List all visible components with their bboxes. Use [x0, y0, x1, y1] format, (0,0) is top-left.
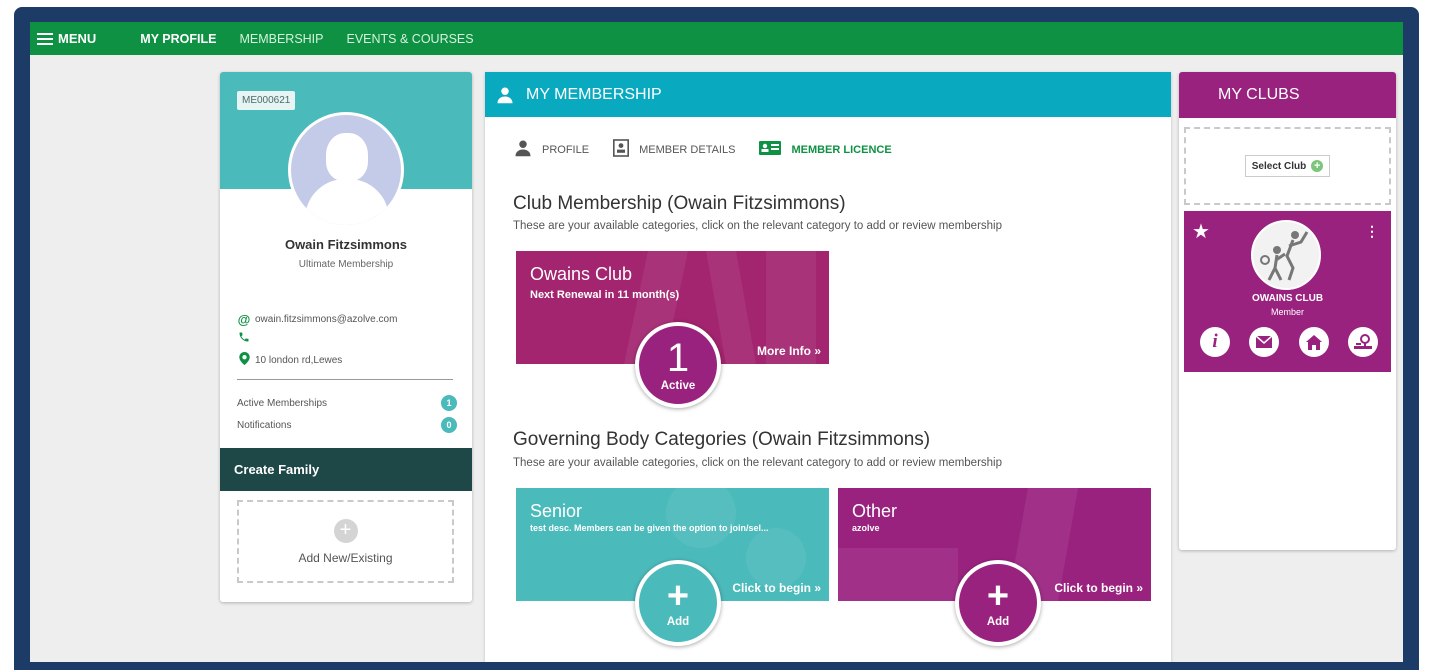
email-text[interactable]: owain.fitzsimmons@azolve.com: [255, 314, 397, 325]
hamburger-icon: [37, 32, 53, 45]
tile-desc: Next Renewal in 11 month(s): [530, 289, 680, 301]
tile-desc: azolve: [852, 523, 880, 533]
plus-circle-icon: +: [1311, 160, 1324, 172]
count-badge: 0: [441, 417, 457, 433]
email-row: @ owain.fitzsimmons@azolve.com: [237, 312, 398, 327]
my-clubs-panel: MY CLUBS Select Club + ★ ⋮ OWAINS CLUB M…: [1179, 72, 1396, 550]
id-card-icon: [759, 141, 782, 158]
tab-member-licence[interactable]: MEMBER LICENCE: [759, 139, 892, 160]
club-actions: i: [1200, 327, 1378, 357]
club-role: Member: [1270, 307, 1304, 317]
nav-events-courses[interactable]: EVENTS & COURSES: [347, 32, 474, 46]
avatar-head-shape: [326, 133, 368, 181]
membership-subtabs: PROFILE MEMBER DETAILS MEMBER LICENCE: [514, 139, 1171, 160]
add-other-button[interactable]: + Add: [955, 560, 1041, 646]
top-nav-links: MY PROFILE MEMBERSHIP EVENTS & COURSES: [140, 32, 496, 46]
more-vertical-icon[interactable]: ⋮: [1365, 223, 1379, 240]
stat-notifications[interactable]: Notifications 0: [237, 417, 457, 433]
membership-level: Ultimate Membership: [298, 259, 394, 270]
menu-label: MENU: [58, 31, 97, 46]
count-badge: 1: [441, 395, 457, 411]
profile-card: ME000621 Owain Fitzsimmons Ultimate Memb…: [220, 72, 472, 602]
select-club-label: Select Club: [1251, 160, 1307, 172]
tile-desc: test desc. Members can be given the opti…: [530, 523, 769, 533]
click-to-begin-link[interactable]: Click to begin »: [1054, 581, 1143, 595]
select-club-area: Select Club +: [1184, 127, 1391, 205]
profile-divider: [237, 379, 453, 380]
tab-label: MEMBER DETAILS: [639, 143, 736, 156]
nav-membership[interactable]: MEMBERSHIP: [239, 32, 323, 46]
active-count: 1: [666, 336, 690, 380]
create-family-bar[interactable]: Create Family: [220, 448, 472, 491]
tab-member-details[interactable]: MEMBER DETAILS: [613, 139, 735, 160]
select-club-button[interactable]: Select Club +: [1244, 155, 1331, 177]
click-to-begin-link[interactable]: Click to begin »: [732, 581, 821, 595]
tile-name: Owains Club: [530, 264, 633, 284]
home-icon[interactable]: [1298, 327, 1329, 357]
profile-name: Owain Fitzsimmons: [284, 237, 408, 252]
top-navbar: MENU MY PROFILE MEMBERSHIP EVENTS & COUR…: [30, 22, 1403, 55]
user-icon: [514, 139, 532, 160]
add-label: Add: [666, 616, 690, 628]
avatar: [288, 112, 404, 228]
address-row: 10 london rd,Lewes: [237, 352, 342, 368]
governing-body-subtitle: These are your available categories, cli…: [513, 457, 1002, 469]
active-count-bubble[interactable]: 1 Active: [635, 322, 721, 408]
member-id-badge: ME000621: [237, 91, 296, 110]
avatar-body-shape: [305, 179, 389, 225]
membership-panel: MY MEMBERSHIP PROFILE MEMBER DETAILS MEM…: [485, 72, 1171, 662]
location-icon[interactable]: [1347, 327, 1378, 357]
sports-figures-icon: [1260, 231, 1309, 281]
add-family-label: Add New/Existing: [298, 550, 393, 565]
membership-title: MY MEMBERSHIP: [526, 85, 662, 103]
plus-icon: +: [666, 575, 690, 617]
club-name: OWAINS CLUB: [1251, 293, 1324, 304]
add-label: Add: [986, 616, 1010, 628]
tile-name: Senior: [530, 501, 583, 521]
club-membership-subtitle: These are your available categories, cli…: [513, 220, 1002, 232]
tab-label: PROFILE: [542, 143, 590, 156]
plus-icon: +: [333, 518, 358, 543]
tile-name: Other: [852, 501, 898, 521]
phone-row: [237, 331, 255, 346]
address-text: 10 london rd,Lewes: [255, 354, 343, 366]
phone-icon: [237, 331, 251, 346]
star-icon[interactable]: ★: [1192, 219, 1210, 244]
stat-active-memberships[interactable]: Active Memberships 1: [237, 395, 457, 411]
id-badge-icon: [613, 139, 630, 160]
add-family-button[interactable]: + Add New/Existing: [237, 500, 454, 583]
app-screen: MENU MY PROFILE MEMBERSHIP EVENTS & COUR…: [30, 22, 1403, 662]
at-icon: @: [237, 312, 251, 327]
tab-label: MEMBER LICENCE: [791, 143, 892, 156]
info-icon[interactable]: i: [1200, 327, 1230, 357]
more-info-link[interactable]: More Info »: [757, 344, 821, 358]
nav-my-profile[interactable]: MY PROFILE: [140, 32, 216, 46]
stat-label: Notifications: [237, 419, 292, 431]
user-icon: [496, 86, 514, 104]
club-card[interactable]: ★ ⋮ OWAINS CLUB Member i: [1184, 211, 1391, 372]
stat-label: Active Memberships: [237, 397, 328, 409]
my-clubs-header: MY CLUBS: [1179, 72, 1396, 118]
club-logo: [1251, 220, 1321, 290]
mail-icon[interactable]: [1249, 327, 1280, 357]
tab-profile[interactable]: PROFILE: [514, 139, 589, 160]
governing-body-title: Governing Body Categories (Owain Fitzsim…: [513, 429, 931, 450]
map-pin-icon: [237, 352, 251, 368]
add-senior-button[interactable]: + Add: [635, 560, 721, 646]
menu-button[interactable]: MENU: [37, 31, 96, 46]
membership-header: MY MEMBERSHIP: [485, 72, 1171, 117]
active-label: Active: [660, 380, 696, 392]
club-membership-title: Club Membership (Owain Fitzsimmons): [513, 193, 846, 214]
plus-icon: +: [986, 575, 1010, 617]
